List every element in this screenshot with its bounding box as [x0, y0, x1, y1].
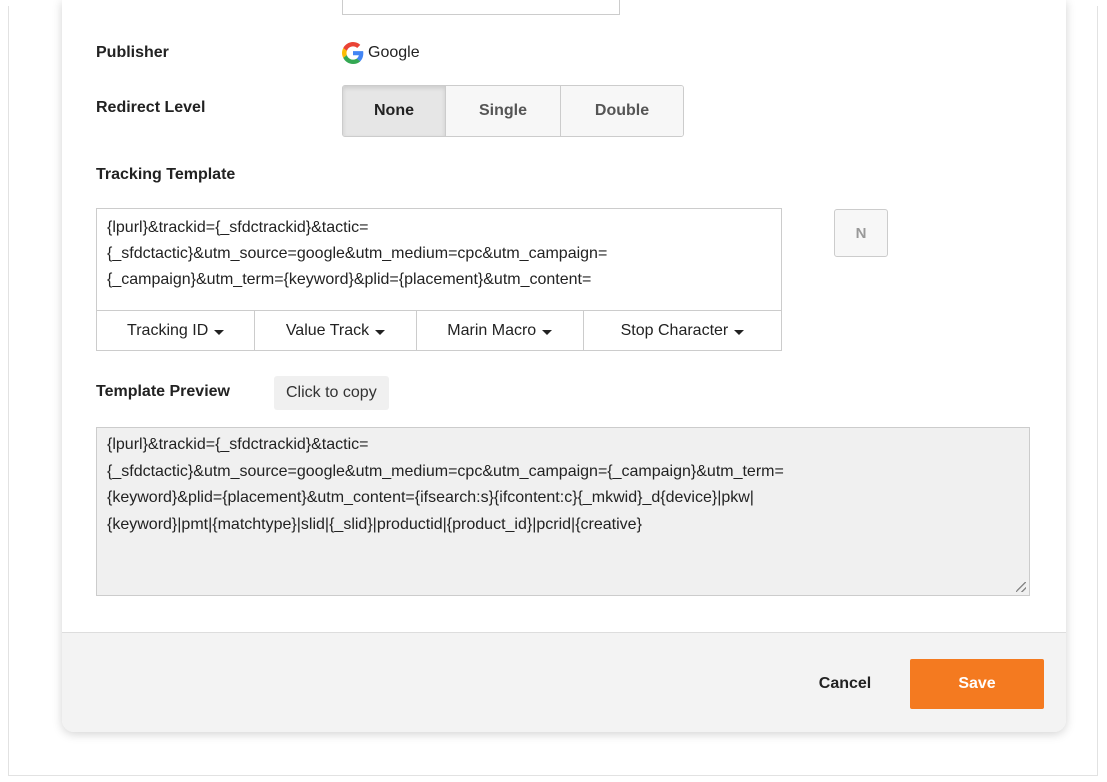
value-track-dropdown[interactable]: Value Track	[255, 311, 417, 351]
redirect-double-button[interactable]: Double	[561, 86, 683, 136]
publisher-value: Google	[342, 42, 420, 64]
tracking-id-dropdown[interactable]: Tracking ID	[97, 311, 256, 351]
redirect-none-button[interactable]: None	[343, 86, 446, 136]
n-button[interactable]: N	[834, 209, 888, 257]
template-preview-textarea[interactable]: {lpurl}&trackid={_sfdctrackid}&tactic= {…	[96, 427, 1030, 596]
tracking-template-input[interactable]: {lpurl}&trackid={_sfdctrackid}&tactic= {…	[97, 209, 781, 310]
redirect-level-toggle: None Single Double	[342, 85, 684, 137]
tracking-template-label: Tracking Template	[96, 166, 236, 183]
tracking-template-editor: {lpurl}&trackid={_sfdctrackid}&tactic= {…	[96, 208, 782, 351]
template-preview-text: {lpurl}&trackid={_sfdctrackid}&tactic= {…	[107, 436, 784, 533]
caret-down-icon	[375, 329, 386, 335]
marin-macro-dropdown-label: Marin Macro	[447, 322, 537, 339]
top-input-field[interactable]	[342, 0, 620, 15]
tracking-template-toolbar: Tracking ID Value Track Marin Macro Stop…	[97, 310, 781, 351]
caret-down-icon	[214, 329, 225, 335]
click-to-copy-button[interactable]: Click to copy	[274, 376, 389, 410]
save-button[interactable]: Save	[910, 659, 1044, 709]
cancel-button[interactable]: Cancel	[800, 659, 890, 709]
redirect-level-label: Redirect Level	[96, 99, 206, 116]
value-track-dropdown-label: Value Track	[285, 322, 370, 339]
dialog-footer: Cancel Save	[62, 632, 1066, 732]
resize-handle-icon[interactable]	[1016, 582, 1026, 592]
stop-character-dropdown-label: Stop Character	[620, 322, 729, 339]
redirect-single-button[interactable]: Single	[446, 86, 561, 136]
publisher-label: Publisher	[96, 44, 169, 61]
tracking-id-dropdown-label: Tracking ID	[127, 322, 209, 339]
publisher-name: Google	[368, 44, 420, 61]
stop-character-dropdown[interactable]: Stop Character	[584, 311, 781, 351]
marin-macro-dropdown[interactable]: Marin Macro	[417, 311, 584, 351]
caret-down-icon	[542, 329, 553, 335]
caret-down-icon	[734, 329, 745, 335]
google-logo-icon	[342, 42, 364, 64]
template-preview-label: Template Preview	[96, 383, 230, 400]
edit-tracking-dialog: Publisher Google Redirect Level None Sin…	[62, 0, 1066, 732]
